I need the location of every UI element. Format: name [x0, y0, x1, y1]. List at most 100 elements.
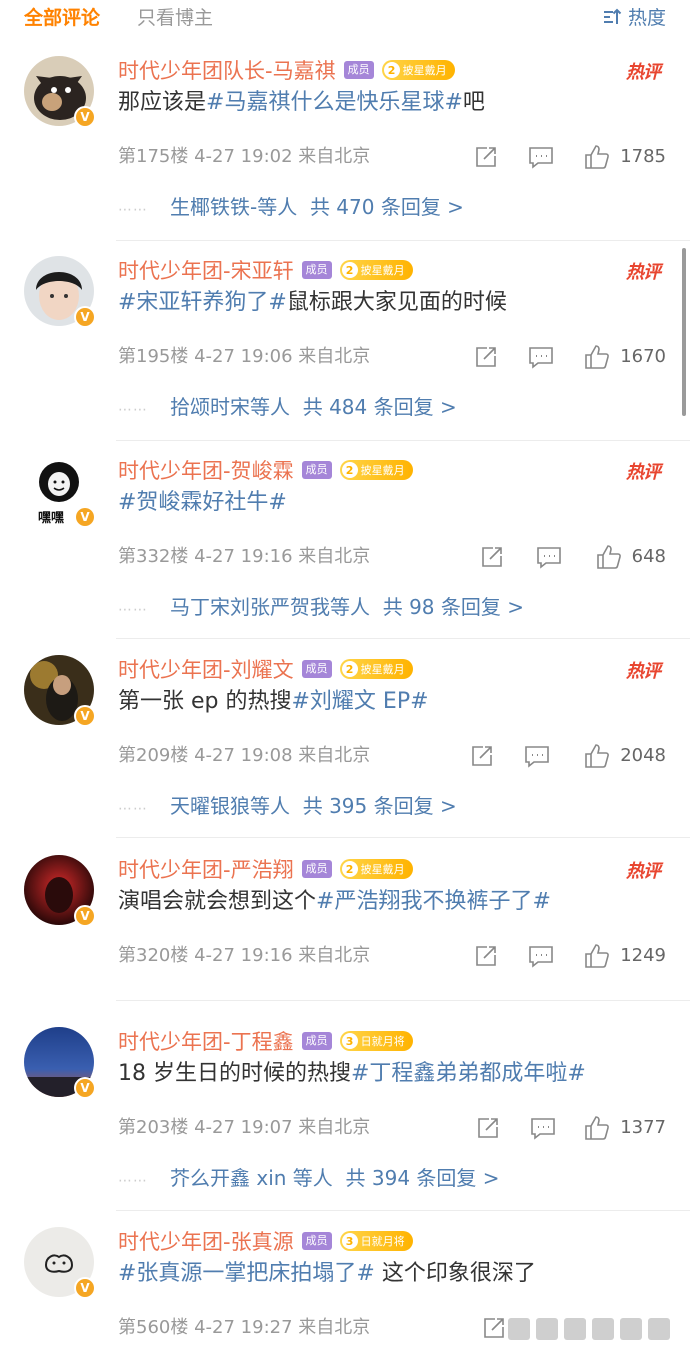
verified-icon: V — [74, 905, 96, 927]
comment-meta: 第195楼 4-27 19:06 来自北京 1670 — [118, 344, 666, 370]
like-button[interactable]: 1377 — [584, 1115, 666, 1141]
like-count: 648 — [631, 546, 666, 567]
share-icon[interactable] — [474, 345, 498, 369]
comment-icon[interactable] — [528, 345, 554, 369]
fan-badge: 3 日就月将 — [339, 1031, 413, 1051]
hashtag-link[interactable]: #严浩翔我不换裤子了# — [316, 889, 551, 914]
author-name[interactable]: 时代少年团-刘耀文 — [118, 654, 294, 684]
hashtag-link[interactable]: #贺峻霖好社牛# — [118, 490, 287, 515]
hashtag-link[interactable]: #刘耀文 EP# — [292, 689, 429, 714]
hot-comment-badge: 热评 — [626, 661, 661, 682]
sort-icon — [603, 8, 622, 24]
author-name[interactable]: 时代少年团-严浩翔 — [118, 854, 294, 884]
share-icon[interactable] — [474, 944, 498, 968]
like-button[interactable]: 1670 — [584, 344, 666, 370]
reply-summary[interactable]: ⋯⋯ 芥么开鑫 xin 等人 共 394 条回复 > — [118, 1163, 500, 1196]
reply-summary[interactable]: ⋯⋯ 生椰铁铁-等人 共 470 条回复 > — [118, 192, 464, 225]
comment-text: #贺峻霖好社牛# — [118, 486, 287, 520]
verified-icon: V — [74, 705, 96, 727]
avatar[interactable]: V — [24, 855, 96, 927]
comment-item: 嘿嘿 V 时代少年团-贺峻霖 成员 2 披星戴月 热评 #贺峻霖好社牛# 第332… — [0, 456, 690, 626]
verified-icon: V — [74, 306, 96, 328]
comment-text: 第一张 ep 的热搜#刘耀文 EP# — [118, 689, 429, 714]
tab-all-comments[interactable]: 全部评论 — [24, 3, 100, 30]
hashtag-link[interactable]: #丁程鑫弟弟都成年啦# — [351, 1061, 586, 1086]
like-count: 1377 — [620, 1117, 666, 1138]
like-button[interactable]: 648 — [596, 544, 666, 570]
hashtag-link[interactable]: #张真源一掌把床拍塌了# — [118, 1261, 375, 1286]
comment-icon[interactable] — [528, 944, 554, 968]
comment-item: V 时代少年团-丁程鑫 成员 3 日就月将 18 岁生日的时候的热搜#丁程鑫弟弟都… — [0, 1027, 690, 1197]
comment-icon[interactable] — [524, 744, 550, 768]
thumbs-up-icon — [585, 744, 610, 768]
comment-icon[interactable] — [536, 545, 562, 569]
comment-meta: 第332楼 4-27 19:16 来自北京 648 — [118, 544, 666, 570]
comment-icon[interactable] — [528, 145, 554, 169]
like-button[interactable]: 1785 — [584, 144, 666, 170]
comment-text: 那应该是#马嘉祺什么是快乐星球#吧 — [118, 90, 485, 115]
comment-item: V 时代少年团-刘耀文 成员 2 披星戴月 热评 第一张 ep 的热搜#刘耀文 E… — [0, 655, 690, 825]
divider — [116, 1000, 690, 1001]
author-name[interactable]: 时代少年团-宋亚轩 — [118, 255, 294, 285]
comment-text: 18 岁生日的时候的热搜#丁程鑫弟弟都成年啦# — [118, 1061, 586, 1086]
avatar[interactable]: V — [24, 1227, 96, 1299]
avatar[interactable]: V — [24, 256, 96, 328]
thumbs-up-icon — [585, 1116, 610, 1140]
like-count: 1670 — [620, 346, 666, 367]
thumbs-up-icon — [596, 545, 621, 569]
fan-badge: 2 披星戴月 — [381, 60, 455, 80]
share-icon[interactable] — [474, 145, 498, 169]
reply-summary[interactable]: ⋯⋯ 马丁宋刘张严贺我等人 共 98 条回复 > — [118, 592, 524, 625]
verified-icon: V — [74, 1077, 96, 1099]
comment-item: V 时代少年团队长-马嘉祺 成员 2 披星戴月 热评 那应该是#马嘉祺什么是快乐星… — [0, 56, 690, 226]
share-icon[interactable] — [482, 1316, 506, 1340]
like-count: 1249 — [620, 945, 666, 966]
reply-summary[interactable]: ⋯⋯ 拾颂时宋等人 共 484 条回复 > — [118, 392, 457, 425]
tab-author-only[interactable]: 只看博主 — [137, 3, 213, 30]
thumbs-up-icon — [585, 944, 610, 968]
comment-meta: 第209楼 4-27 19:08 来自北京 2048 — [118, 743, 666, 769]
avatar[interactable]: V — [24, 655, 96, 727]
like-button[interactable]: 2048 — [584, 743, 666, 769]
member-badge: 成员 — [301, 660, 332, 678]
divider — [116, 638, 690, 639]
member-badge: 成员 — [301, 461, 332, 479]
comment-icon[interactable] — [530, 1116, 556, 1140]
divider — [116, 240, 690, 241]
author-name[interactable]: 时代少年团-张真源 — [118, 1226, 294, 1256]
watermark-decoration — [508, 1318, 670, 1340]
member-badge: 成员 — [301, 261, 332, 279]
floor-time-source: 第320楼 4-27 19:16 来自北京 — [118, 945, 371, 966]
scrollbar[interactable] — [682, 248, 686, 416]
author-name[interactable]: 时代少年团-丁程鑫 — [118, 1026, 294, 1056]
like-count: 1785 — [620, 146, 666, 167]
hashtag-link[interactable]: #宋亚轩养狗了# — [118, 290, 287, 315]
hot-comment-badge: 热评 — [626, 262, 661, 283]
hot-comment-badge: 热评 — [626, 62, 661, 83]
sort-button[interactable]: 热度 — [602, 3, 666, 30]
avatar[interactable]: V — [24, 56, 96, 128]
like-count: 2048 — [620, 745, 666, 766]
dots-decoration: ⋯⋯ — [118, 1173, 148, 1189]
reply-summary[interactable]: ⋯⋯ 天曜银狼等人 共 395 条回复 > — [118, 791, 457, 824]
comment-header: 全部评论 只看博主 热度 — [0, 0, 690, 30]
avatar[interactable]: V — [24, 1027, 96, 1099]
hot-comment-badge: 热评 — [626, 861, 661, 882]
floor-time-source: 第209楼 4-27 19:08 来自北京 — [118, 745, 371, 766]
author-name[interactable]: 时代少年团队长-马嘉祺 — [118, 55, 336, 85]
hot-comment-badge: 热评 — [626, 462, 661, 483]
share-icon[interactable] — [476, 1116, 500, 1140]
share-icon[interactable] — [480, 545, 504, 569]
dots-decoration: ⋯⋯ — [118, 402, 148, 418]
floor-time-source: 第560楼 4-27 19:27 来自北京 — [118, 1317, 371, 1338]
like-button[interactable]: 1249 — [584, 943, 666, 969]
floor-time-source: 第175楼 4-27 19:02 来自北京 — [118, 146, 371, 167]
avatar-caption: 嘿嘿 — [38, 511, 65, 526]
avatar[interactable]: 嘿嘿 V — [24, 456, 96, 528]
comment-item: V 时代少年团-严浩翔 成员 2 披星戴月 热评 演唱会就会想到这个#严浩翔我不换… — [0, 855, 690, 985]
divider — [116, 440, 690, 441]
comment-meta: 第203楼 4-27 19:07 来自北京 1377 — [118, 1115, 666, 1141]
share-icon[interactable] — [470, 744, 494, 768]
hashtag-link[interactable]: #马嘉祺什么是快乐星球# — [206, 90, 463, 115]
author-name[interactable]: 时代少年团-贺峻霖 — [118, 455, 294, 485]
